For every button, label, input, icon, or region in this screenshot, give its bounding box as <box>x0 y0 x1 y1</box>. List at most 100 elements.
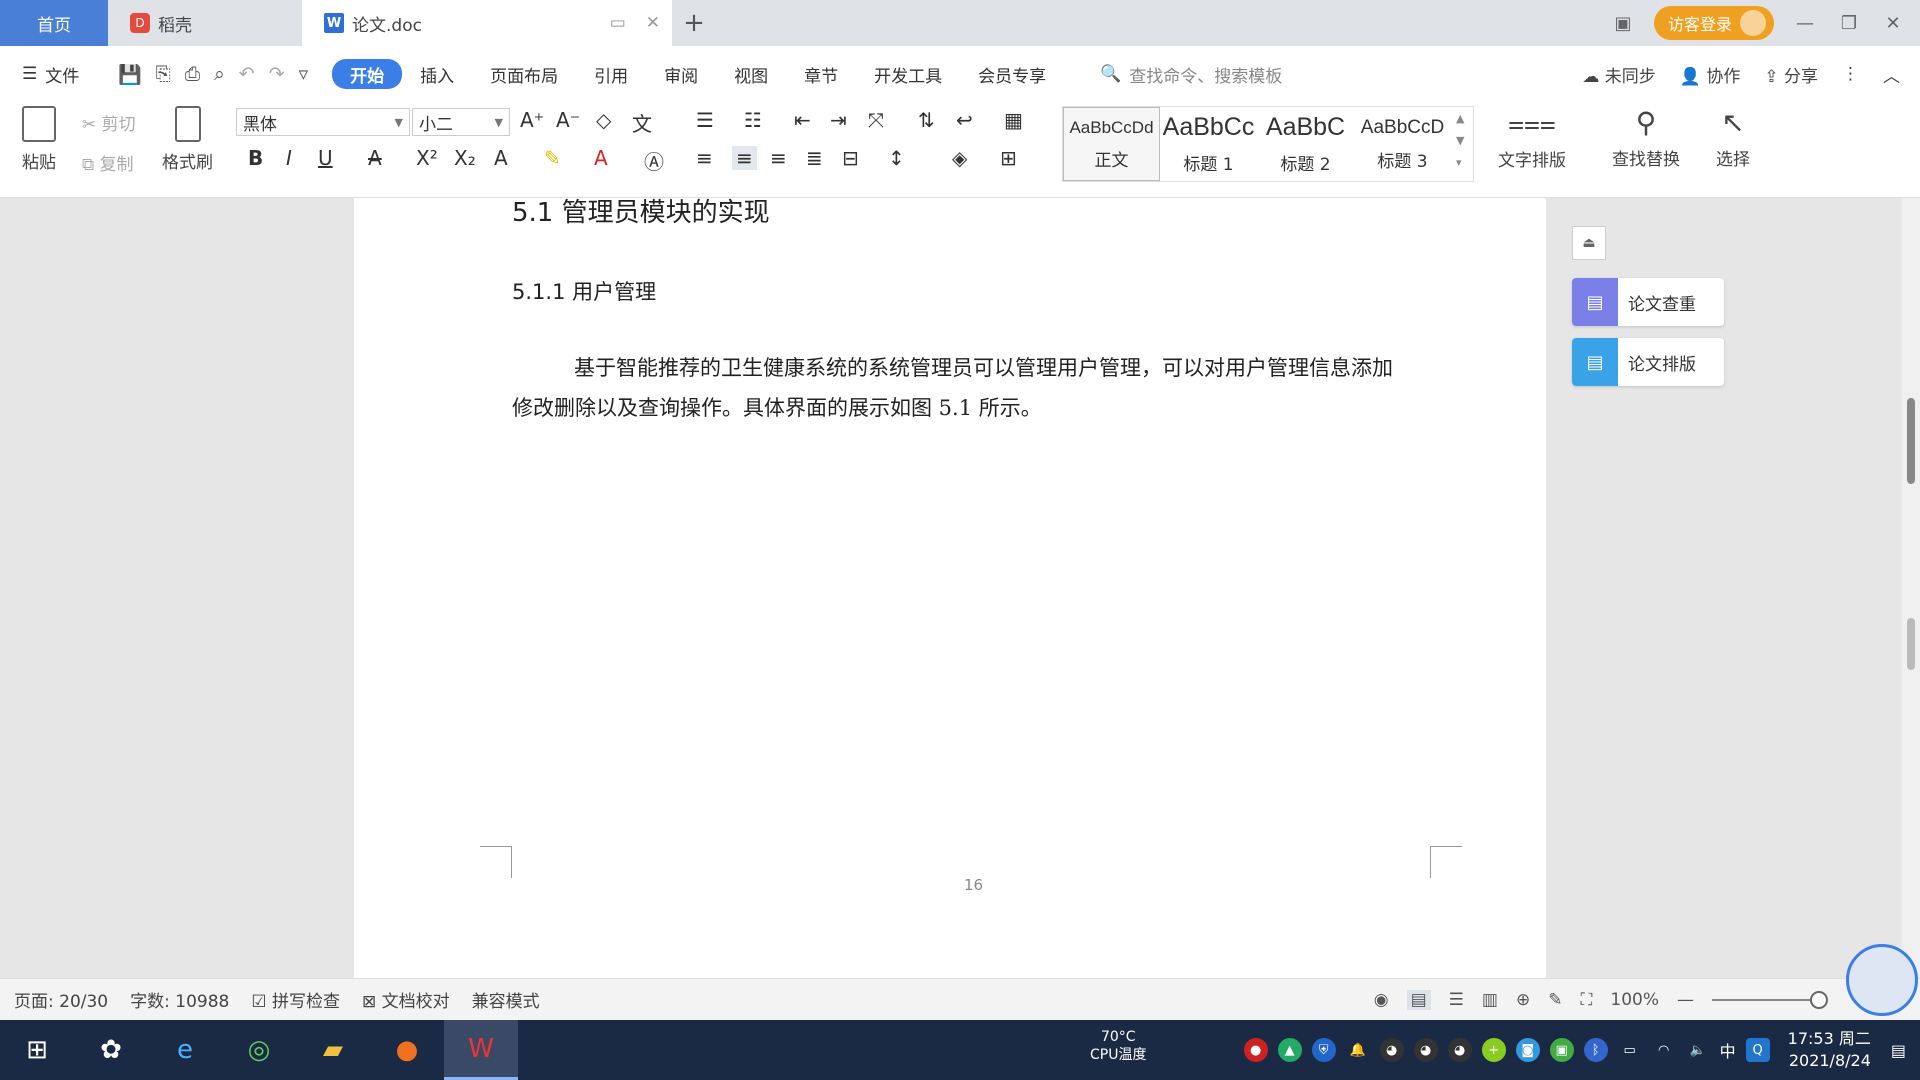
qq-icon[interactable]: ◕ <box>1379 1038 1404 1062</box>
ribbon-tab-7[interactable]: 开发工具 <box>856 59 960 89</box>
undo-icon[interactable]: ↶ <box>239 63 255 86</box>
page-indicator[interactable]: 页面: 20/30 <box>14 987 108 1012</box>
copy-button[interactable]: ⧉ 复制 <box>82 150 134 175</box>
web-view-icon[interactable]: ⊕ <box>1516 990 1530 1010</box>
eye-protect-icon[interactable]: ◉ <box>1374 990 1389 1010</box>
page-view-icon[interactable]: ▤ <box>1406 990 1431 1010</box>
more-icon[interactable]: ⋮ <box>1842 64 1859 84</box>
plagiarism-check-button[interactable]: ▤ 论文查重 <box>1572 278 1724 326</box>
print-icon[interactable]: ⎙ <box>185 63 200 86</box>
borders-icon[interactable]: ⊞ <box>1000 146 1017 170</box>
ie-browser-icon[interactable]: e <box>148 1020 222 1080</box>
char-border-icon[interactable]: Ⓐ <box>644 146 664 175</box>
find-replace-button[interactable]: ⚲ 查找替换 <box>1612 106 1680 170</box>
tab-docer[interactable]: D 稻壳 <box>108 0 302 46</box>
bell-icon[interactable]: 🔔 <box>1346 1038 1370 1062</box>
highlight-icon[interactable]: ✎ <box>544 146 561 170</box>
clear-format-icon[interactable]: ◇ <box>596 108 611 132</box>
strikethrough-icon[interactable]: A <box>368 146 382 170</box>
zoom-level[interactable]: 100% <box>1610 990 1659 1010</box>
scrollbar-thumb-secondary[interactable] <box>1907 618 1915 670</box>
battery-icon[interactable]: ▭ <box>1618 1038 1642 1062</box>
show-marks-icon[interactable]: ↩ <box>956 108 973 132</box>
spell-check-button[interactable]: ☑ 拼写检查 <box>251 987 340 1012</box>
tab-document[interactable]: W 论文.doc ▭ ✕ <box>302 0 672 46</box>
ribbon-tab-3[interactable]: 引用 <box>576 59 646 89</box>
save-icon[interactable]: 💾 <box>118 63 142 86</box>
windows-start-icon[interactable]: ⊞ <box>0 1020 74 1080</box>
close-tab-icon[interactable]: ✕ <box>646 13 660 33</box>
collab-button[interactable]: 👤 协作 <box>1680 62 1741 87</box>
cpu-temp-widget[interactable]: 70°C CPU温度 <box>1090 1028 1146 1064</box>
file-menu[interactable]: ☰ 文件 <box>0 62 112 87</box>
system-clock[interactable]: 17:53 周二 2021/8/24 <box>1788 1028 1871 1072</box>
zoom-out-icon[interactable]: — <box>1677 990 1694 1010</box>
format-painter-button[interactable]: 格式刷 <box>162 106 213 173</box>
ribbon-tab-1[interactable]: 插入 <box>402 59 472 89</box>
ribbon-tab-6[interactable]: 章节 <box>786 59 856 89</box>
align-center-icon[interactable]: ≡ <box>732 146 757 170</box>
scrollbar-thumb[interactable] <box>1907 398 1915 484</box>
subscript-icon[interactable]: X₂ <box>454 146 476 170</box>
browser-360-icon[interactable]: ◎ <box>222 1020 296 1080</box>
volume-icon[interactable]: 🔈 <box>1686 1038 1710 1062</box>
search-app-icon[interactable]: Q <box>1745 1038 1770 1062</box>
guest-login-button[interactable]: 访客登录 <box>1653 6 1774 40</box>
share-button[interactable]: ⇪ 分享 <box>1764 62 1818 87</box>
style-item-3[interactable]: AaBbCcD 标题 3 <box>1354 107 1451 181</box>
media-app-icon[interactable]: ● <box>370 1020 444 1080</box>
superscript-icon[interactable]: X² <box>416 146 438 170</box>
ribbon-tab-4[interactable]: 审阅 <box>646 59 716 89</box>
shrink-font-icon[interactable]: A⁻ <box>556 108 580 132</box>
sort-icon[interactable]: ⇅ <box>918 108 935 132</box>
thesis-typeset-button[interactable]: ▤ 论文排版 <box>1572 338 1724 386</box>
assistant-robot-icon[interactable] <box>1846 944 1918 1016</box>
style-item-0[interactable]: AaBbCcDd 正文 <box>1063 107 1160 181</box>
panel-collapse-button[interactable]: ⏏ <box>1572 226 1606 260</box>
reading-view-icon[interactable]: ▥ <box>1482 990 1498 1010</box>
bluetooth-icon[interactable]: ᛒ <box>1583 1038 1608 1062</box>
fit-page-icon[interactable]: ⛶ <box>1580 990 1592 1010</box>
wps-app-icon[interactable]: W <box>444 1020 518 1080</box>
tab-home[interactable]: 首页 <box>0 0 108 46</box>
tray-app-icon[interactable]: ● <box>1243 1038 1268 1062</box>
wifi-icon[interactable]: ◠ <box>1652 1038 1676 1062</box>
justify-icon[interactable]: ≣ <box>806 146 823 170</box>
ribbon-tab-2[interactable]: 页面布局 <box>472 59 576 89</box>
restore-icon[interactable]: ❐ <box>1836 13 1862 34</box>
text-effect-icon[interactable]: A <box>494 146 508 170</box>
style-item-2[interactable]: AaBbC 标题 2 <box>1257 107 1354 181</box>
zoom-slider[interactable] <box>1712 991 1828 1009</box>
shading-icon[interactable]: ◈ <box>952 146 967 170</box>
text-layout-button[interactable]: ⩶ 文字排版 <box>1498 106 1566 171</box>
redo-icon[interactable]: ↷ <box>269 63 285 86</box>
paste-button[interactable]: 粘贴 <box>22 106 56 173</box>
style-item-1[interactable]: AaBbCc 标题 1 <box>1160 107 1257 181</box>
distributed-icon[interactable]: ⊟ <box>842 146 859 170</box>
italic-icon[interactable]: I <box>286 146 292 170</box>
line-spacing-icon[interactable]: ↕ <box>888 146 905 170</box>
qq-icon-2[interactable]: ◕ <box>1413 1038 1438 1062</box>
ribbon-tab-5[interactable]: 视图 <box>716 59 786 89</box>
word-count[interactable]: 字数: 10988 <box>130 987 229 1012</box>
layout-icon[interactable]: ▣ <box>1610 13 1636 34</box>
qq-icon-3[interactable]: ◕ <box>1447 1038 1472 1062</box>
table-format-icon[interactable]: ▦ <box>1004 108 1023 132</box>
new-tab-button[interactable]: + <box>672 0 716 46</box>
decrease-indent-icon[interactable]: ⇤ <box>794 108 811 132</box>
collapse-ribbon-icon[interactable]: ︿ <box>1883 62 1900 87</box>
shield-icon[interactable]: ⛨ <box>1311 1038 1336 1062</box>
minimize-icon[interactable]: — <box>1792 13 1818 34</box>
font-name-select[interactable]: 黑体 ▼ <box>236 108 410 136</box>
ribbon-tab-0[interactable]: 开始 <box>332 59 403 89</box>
grow-font-icon[interactable]: A⁺ <box>520 108 544 132</box>
vertical-scrollbar[interactable] <box>1902 198 1920 978</box>
underline-icon[interactable]: U <box>318 146 333 170</box>
ime-indicator[interactable]: 中 <box>1720 1038 1736 1062</box>
zoom-knob[interactable] <box>1810 991 1828 1009</box>
close-window-icon[interactable]: ✕ <box>1880 13 1906 34</box>
number-list-icon[interactable]: ☷ <box>744 108 762 132</box>
command-search[interactable]: 🔍 查找命令、搜索模板 <box>1100 62 1282 87</box>
write-mode-icon[interactable]: ✎ <box>1548 990 1562 1010</box>
pinwheel-app-icon[interactable]: ✿ <box>74 1020 148 1080</box>
